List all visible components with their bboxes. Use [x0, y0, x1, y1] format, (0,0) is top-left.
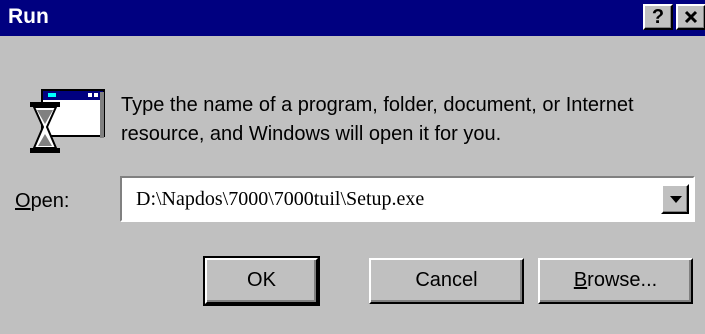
open-label-mnemonic: O — [15, 190, 31, 212]
window-title: Run — [8, 5, 49, 28]
title-bar[interactable]: Run ? — [0, 0, 705, 36]
ok-button[interactable]: OK — [203, 256, 320, 306]
run-dialog: Run ? Type the name of a program, folder… — [0, 0, 705, 334]
open-combobox[interactable]: D:\Napdos\7000\7000tuil\Setup.exe — [120, 176, 695, 222]
help-button[interactable]: ? — [643, 4, 673, 30]
dropdown-button[interactable] — [661, 184, 689, 214]
browse-button[interactable]: Browse... — [538, 258, 693, 304]
browse-mnemonic: B — [573, 269, 588, 291]
instructions-text: Type the name of a program, folder, docu… — [121, 94, 634, 145]
close-button[interactable] — [676, 4, 705, 30]
open-label: Open: — [15, 190, 70, 213]
close-icon — [684, 10, 698, 24]
chevron-down-icon — [670, 196, 682, 203]
run-hourglass-icon — [30, 89, 105, 153]
cancel-button[interactable]: Cancel — [369, 258, 524, 304]
open-label-rest: pen: — [30, 190, 70, 212]
open-input[interactable]: D:\Napdos\7000\7000tuil\Setup.exe — [136, 188, 424, 211]
browse-label-rest: rowse... — [587, 269, 658, 291]
